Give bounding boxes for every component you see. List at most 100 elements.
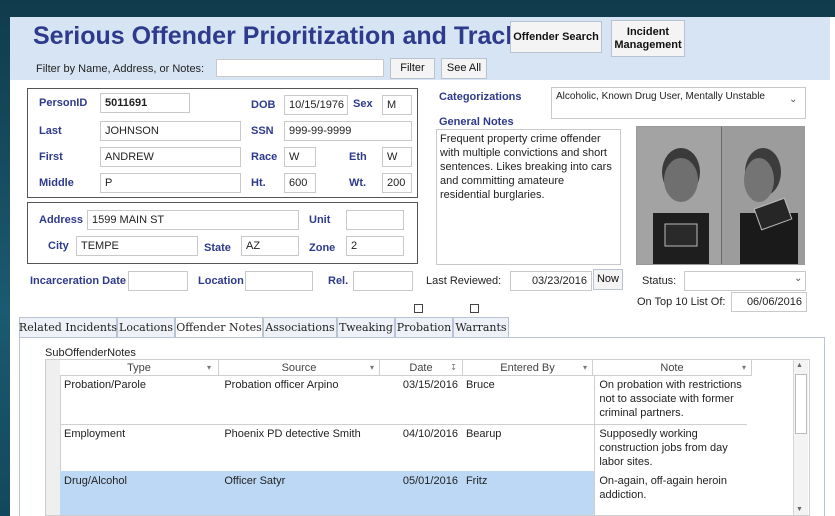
dob-field[interactable]: 10/15/1976 xyxy=(284,95,348,115)
status-chevron-down-icon[interactable]: ⌄ xyxy=(794,273,802,284)
categorizations-combo[interactable]: Alcoholic, Known Drug User, Mentally Uns… xyxy=(551,87,806,119)
incarceration-date-field[interactable] xyxy=(128,271,188,291)
sex-field[interactable]: M xyxy=(382,95,412,115)
last-reviewed-field[interactable]: 03/23/2016 xyxy=(510,271,592,291)
filter-button[interactable]: Filter xyxy=(390,58,435,79)
scroll-up-icon[interactable]: ▲ xyxy=(796,362,803,369)
location-label: Location xyxy=(198,275,244,287)
column-header-type[interactable]: Type ▾ xyxy=(60,360,219,376)
tab-locations[interactable]: Locations xyxy=(117,317,175,337)
column-header-source[interactable]: Source ▾ xyxy=(219,360,380,376)
race-label: Race xyxy=(251,151,278,163)
cell-source: Officer Satyr xyxy=(224,475,286,487)
height-field[interactable]: 600 xyxy=(284,173,316,193)
subform-grid: Type ▾ Source ▾ Date ↧ Entered By ▾ Note ▾ Pr… xyxy=(45,359,810,516)
scrollbar-thumb[interactable] xyxy=(795,374,807,434)
general-notes-textbox[interactable]: Frequent property crime offender with mu… xyxy=(436,129,621,265)
ssn-field[interactable]: 999-99-9999 xyxy=(284,121,412,141)
sex-label: Sex xyxy=(353,98,373,110)
column-header-date-label: Date xyxy=(409,361,433,374)
tweaking-checkbox[interactable] xyxy=(414,304,423,313)
race-field[interactable]: W xyxy=(284,147,316,167)
zone-field[interactable]: 2 xyxy=(346,236,404,256)
cell-date: 04/10/2016 xyxy=(402,428,458,440)
now-button[interactable]: Now xyxy=(593,269,623,290)
cell-note: On-again, off-again heroin addiction. xyxy=(594,471,747,515)
incarceration-date-label: Incarceration Date xyxy=(30,275,126,287)
first-name-label: First xyxy=(39,151,63,163)
sort-dropdown-icon[interactable]: ▾ xyxy=(583,363,587,372)
last-reviewed-label: Last Reviewed: xyxy=(426,275,502,287)
tab-warrants[interactable]: Warrants xyxy=(453,317,509,337)
cell-entered-by: Bearup xyxy=(465,428,502,440)
tab-associations[interactable]: Associations xyxy=(263,317,337,337)
city-field[interactable]: TEMPE xyxy=(76,236,198,256)
address-label: Address xyxy=(39,214,84,226)
weight-label: Wt. xyxy=(349,177,367,189)
cell-type: Employment xyxy=(64,428,126,440)
column-header-entered-by-label: Entered By xyxy=(500,361,555,374)
cell-note: Supposedly working construction jobs fro… xyxy=(594,424,747,471)
record-selector-column xyxy=(46,360,61,515)
city-label: City xyxy=(48,240,69,252)
column-header-note-label: Note xyxy=(660,361,684,374)
tab-probation[interactable]: Probation xyxy=(395,317,453,337)
cell-type: Drug/Alcohol xyxy=(64,475,127,487)
status-combo[interactable] xyxy=(684,271,806,291)
incident-management-button[interactable]: Incident Management xyxy=(611,20,685,57)
column-header-note[interactable]: Note ▾ xyxy=(593,360,752,376)
top10-date-field[interactable]: 06/06/2016 xyxy=(731,292,807,312)
offender-search-button[interactable]: Offender Search xyxy=(510,21,602,53)
scroll-down-icon[interactable]: ▼ xyxy=(796,506,803,513)
chevron-down-icon[interactable]: ⌄ xyxy=(789,94,797,105)
first-name-field[interactable]: ANDREW xyxy=(100,147,241,167)
mugshot-image xyxy=(636,126,805,265)
state-field[interactable]: AZ xyxy=(241,236,299,256)
eth-field[interactable]: W xyxy=(382,147,412,167)
cell-entered-by: Bruce xyxy=(465,379,495,391)
last-name-label: Last xyxy=(39,125,62,137)
tab-tweaking[interactable]: Tweaking xyxy=(337,317,395,337)
sort-descending-icon[interactable]: ↧ xyxy=(450,363,457,372)
categorizations-label: Categorizations xyxy=(439,91,522,103)
column-header-date[interactable]: Date ↧ xyxy=(380,360,463,376)
sort-dropdown-icon[interactable]: ▾ xyxy=(370,363,374,372)
dob-label: DOB xyxy=(251,99,276,111)
filter-input[interactable] xyxy=(216,59,384,77)
vertical-scrollbar[interactable]: ▲ ▼ xyxy=(793,360,808,515)
release-label: Rel. xyxy=(328,275,349,287)
table-row[interactable]: Probation/Parole Probation officer Arpin… xyxy=(60,375,747,425)
cell-source: Probation officer Arpino xyxy=(224,379,339,391)
categorizations-value: Alcoholic, Known Drug User, Mentally Uns… xyxy=(556,91,765,102)
unit-field[interactable] xyxy=(346,210,404,230)
column-header-entered-by[interactable]: Entered By ▾ xyxy=(463,360,593,376)
tab-strip: Related Incidents Locations Offender Not… xyxy=(19,317,509,337)
zone-label: Zone xyxy=(309,242,336,254)
table-row-selected[interactable]: Drug/Alcohol Officer Satyr 05/01/2016 Fr… xyxy=(60,471,747,515)
release-field[interactable] xyxy=(353,271,413,291)
filter-label: Filter by Name, Address, or Notes: xyxy=(36,63,205,75)
mugshot-photo-icon xyxy=(637,127,804,264)
see-all-button[interactable]: See All xyxy=(441,58,487,79)
cell-source: Phoenix PD detective Smith xyxy=(224,428,361,440)
column-header-type-label: Type xyxy=(127,361,151,374)
sort-dropdown-icon[interactable]: ▾ xyxy=(207,363,211,372)
cell-date: 03/15/2016 xyxy=(402,379,458,391)
status-label: Status: xyxy=(642,275,677,287)
cell-note: On probation with restrictions not to as… xyxy=(594,375,747,424)
app-title: Serious Offender Prioritization and Trac… xyxy=(33,22,557,50)
eth-label: Eth xyxy=(349,151,367,163)
location-field[interactable] xyxy=(245,271,313,291)
table-row[interactable]: Employment Phoenix PD detective Smith 04… xyxy=(60,424,747,472)
general-notes-label: General Notes xyxy=(439,116,514,128)
cell-entered-by: Fritz xyxy=(465,475,488,487)
last-name-field[interactable]: JOHNSON xyxy=(100,121,241,141)
tab-related-incidents[interactable]: Related Incidents xyxy=(19,317,117,337)
tab-offender-notes[interactable]: Offender Notes xyxy=(175,317,263,337)
middle-name-field[interactable]: P xyxy=(100,173,241,193)
person-id-field[interactable]: 5011691 xyxy=(100,93,190,113)
sort-dropdown-icon[interactable]: ▾ xyxy=(742,363,746,372)
probation-checkbox[interactable] xyxy=(470,304,479,313)
weight-field[interactable]: 200 xyxy=(382,173,412,193)
address-field[interactable]: 1599 MAIN ST xyxy=(87,210,299,230)
